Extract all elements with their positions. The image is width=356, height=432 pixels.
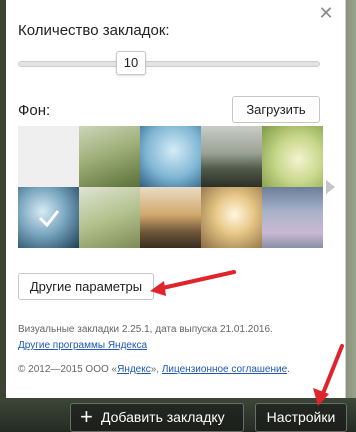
bookmark-count-label: Количество закладок: — [18, 22, 170, 39]
close-icon[interactable]: ✕ — [317, 4, 335, 22]
copyright-line: © 2012—2015 ООО «Яндекс», Лицензионное с… — [18, 364, 290, 375]
copyright-separator: », — [150, 364, 162, 375]
background-tile-wheat[interactable] — [79, 187, 140, 248]
plus-icon: + — [80, 404, 93, 429]
version-text: Визуальные закладки 2.25.1, дата выпуска… — [18, 324, 273, 335]
add-bookmark-button[interactable]: + Добавить закладку — [70, 403, 244, 432]
settings-panel: ✕ Количество закладок: 10 Фон: Загрузить… — [6, 0, 346, 398]
bookmark-count-slider[interactable] — [18, 61, 320, 67]
background-label: Фон: — [18, 102, 51, 119]
background-tile-sunset[interactable] — [201, 187, 262, 248]
settings-button[interactable]: Настройки — [255, 403, 347, 432]
other-programs-link[interactable]: Другие программы Яндекса — [18, 340, 147, 351]
background-grid — [18, 126, 323, 248]
next-backgrounds-arrow-icon[interactable] — [326, 180, 335, 194]
bookmark-count-slider-thumb[interactable]: 10 — [116, 51, 146, 75]
background-tile-cyclist[interactable] — [140, 187, 201, 248]
add-bookmark-label: Добавить закладку — [101, 409, 225, 425]
background-tile-mountains[interactable] — [201, 126, 262, 187]
more-params-button[interactable]: Другие параметры — [18, 273, 154, 300]
background-tile-plain[interactable] — [18, 126, 79, 187]
background-tile-blossom[interactable] — [262, 187, 323, 248]
background-tile-leaf[interactable] — [262, 126, 323, 187]
background-tile-earth-selected[interactable] — [18, 187, 79, 248]
license-link[interactable]: Лицензионное соглашение — [162, 364, 287, 375]
copyright-prefix: © 2012—2015 ООО « — [18, 364, 118, 375]
checkmark-icon — [38, 210, 60, 228]
background-tile-birds-sky[interactable] — [140, 126, 201, 187]
copyright-end: . — [287, 364, 290, 375]
background-tile-grass[interactable] — [79, 126, 140, 187]
yandex-link[interactable]: Яндекс — [117, 364, 151, 375]
upload-button[interactable]: Загрузить — [232, 96, 320, 123]
